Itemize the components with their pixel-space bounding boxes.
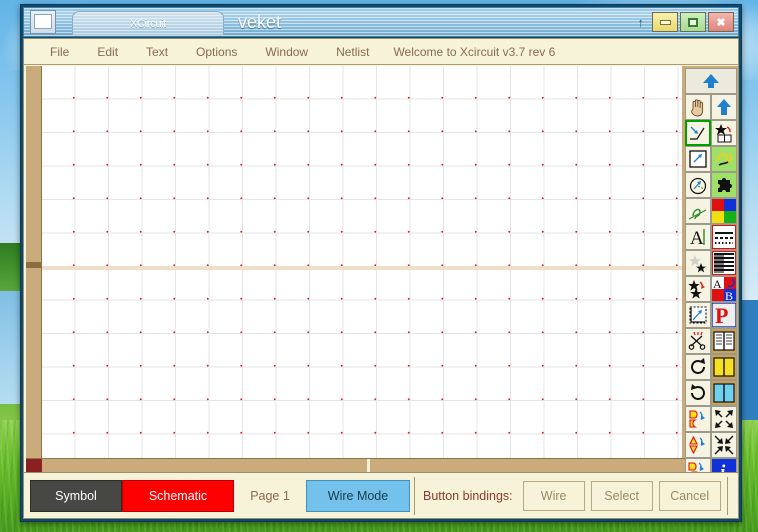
binding-wire-button[interactable]: Wire	[522, 480, 585, 511]
pan-hand-tool[interactable]	[685, 94, 711, 120]
library-blue-book-tool[interactable]	[711, 380, 737, 406]
menu-label: Netlist	[336, 44, 370, 59]
parameter-p-tool[interactable]: P	[711, 302, 737, 328]
menu-label: Text	[146, 44, 169, 59]
window-document-icon[interactable]	[30, 10, 56, 34]
symbol-mode-button[interactable]: Symbol	[30, 479, 122, 512]
work-area: A A B P	[24, 66, 738, 510]
page-indicator[interactable]: Page 1	[234, 479, 306, 512]
menu-label: Options	[196, 44, 238, 59]
close-icon: ✖	[716, 16, 726, 29]
library-page-tool[interactable]	[711, 146, 737, 172]
color-palette-tool[interactable]	[711, 198, 737, 224]
menu-item-file[interactable]: File	[36, 43, 83, 61]
status-bar: Symbol Schematic Page 1 Wire Mode Button…	[24, 472, 738, 518]
minimize-button[interactable]	[652, 12, 678, 32]
binding-wire-label: Wire	[540, 488, 567, 503]
menu-label: Window	[265, 44, 309, 59]
close-button[interactable]: ✖	[708, 12, 734, 32]
menu-item-edit[interactable]: Edit	[83, 43, 132, 61]
text-tool[interactable]: A	[685, 224, 711, 250]
fill-pattern-tool[interactable]	[711, 250, 737, 276]
svg-text:A: A	[690, 228, 704, 247]
window-tab-strip: XCircuit veket	[56, 8, 459, 36]
zoom-out-tool[interactable]	[711, 432, 737, 458]
drawing-canvas[interactable]	[42, 66, 682, 458]
window-tab-xcircuit[interactable]: XCircuit	[72, 11, 224, 35]
button-bindings-group: Button bindings: Wire Select Cancel	[414, 476, 721, 515]
welcome-message: Welcome to Xcircuit v3.7 rev 6	[393, 44, 556, 59]
canvas-origin-axis	[42, 266, 682, 270]
flip-horizontal-tool[interactable]	[685, 406, 711, 432]
page-indicator-label: Page 1	[250, 488, 290, 503]
horizontal-scrollbar-divider	[367, 459, 370, 472]
wire-mode-button[interactable]: Wire Mode	[306, 479, 410, 512]
xcircuit-window: XCircuit veket ↑ ✖ File Edit Text Option…	[20, 4, 742, 522]
library-puzzle-tool[interactable]	[711, 172, 737, 198]
menu-label: Edit	[97, 44, 119, 59]
wire-draw-tool[interactable]	[685, 120, 711, 146]
palette-button-grid: A A B P	[685, 94, 737, 484]
menu-item-options[interactable]: Options	[182, 43, 251, 61]
deselect-star-tool[interactable]	[685, 250, 711, 276]
line-style-tool[interactable]	[711, 224, 737, 250]
menu-label: File	[50, 44, 70, 59]
library-white-book-tool[interactable]	[711, 328, 737, 354]
arc-draw-tool[interactable]	[685, 172, 711, 198]
font-style-tool[interactable]: A B	[711, 276, 737, 302]
library-star-book-tool[interactable]	[711, 120, 737, 146]
menu-item-netlist[interactable]: Netlist	[322, 43, 383, 61]
spline-draw-tool[interactable]	[685, 198, 711, 224]
rotate-cw-tool[interactable]	[685, 354, 711, 380]
palette-scroll-up-button[interactable]	[685, 68, 737, 94]
application-body: File Edit Text Options Window Netlist We…	[23, 38, 739, 519]
library-yellow-book-tool[interactable]	[711, 354, 737, 380]
window-tab-label: XCircuit	[129, 17, 167, 30]
menu-item-text[interactable]: Text	[132, 43, 182, 61]
status-bar-filler	[726, 476, 732, 515]
svg-text:B: B	[725, 289, 733, 301]
maximize-button[interactable]	[680, 12, 706, 32]
vertical-scrollbar-marker[interactable]	[26, 262, 41, 268]
window-title: veket	[238, 11, 282, 32]
canvas-grid-dots	[42, 66, 682, 458]
window-titlebar[interactable]: XCircuit veket ↑ ✖	[23, 7, 739, 37]
button-bindings-label: Button bindings:	[423, 488, 513, 503]
rotate-ccw-tool[interactable]	[685, 380, 711, 406]
box-draw-tool[interactable]	[685, 146, 711, 172]
binding-select-button[interactable]: Select	[590, 480, 653, 511]
push-edit-tool[interactable]	[685, 302, 711, 328]
shade-up-icon[interactable]: ↑	[638, 15, 645, 30]
binding-select-label: Select	[604, 488, 640, 503]
svg-text:P: P	[715, 303, 728, 327]
menu-item-window[interactable]: Window	[251, 43, 322, 61]
symbol-mode-label: Symbol	[55, 488, 97, 503]
window-controls: ✖	[652, 12, 734, 32]
svg-text:A: A	[713, 277, 722, 291]
copy-star-tool[interactable]	[685, 276, 711, 302]
flip-vertical-tool[interactable]	[685, 432, 711, 458]
binding-cancel-label: Cancel	[670, 488, 710, 503]
cut-scissors-tool[interactable]	[685, 328, 711, 354]
tool-palette: A A B P	[682, 66, 738, 510]
vertical-scrollbar[interactable]	[26, 66, 42, 472]
zoom-in-tool[interactable]	[711, 406, 737, 432]
schematic-mode-label: Schematic	[148, 488, 208, 503]
horizontal-scrollbar[interactable]	[26, 458, 738, 472]
schematic-mode-button[interactable]: Schematic	[122, 479, 234, 512]
wire-mode-label: Wire Mode	[327, 488, 389, 503]
binding-cancel-button[interactable]: Cancel	[658, 480, 721, 511]
move-up-arrow-tool[interactable]	[711, 94, 737, 120]
horizontal-scrollbar-marker[interactable]	[26, 459, 42, 472]
menubar: File Edit Text Options Window Netlist We…	[24, 39, 738, 65]
